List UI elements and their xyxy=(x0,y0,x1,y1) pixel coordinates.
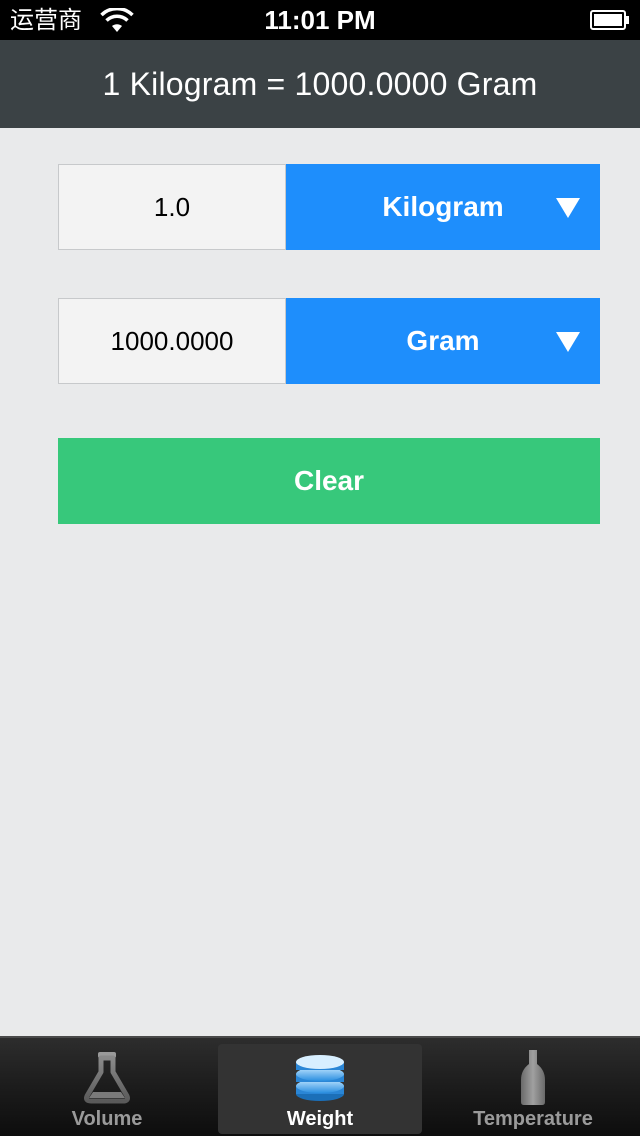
tab-volume-label: Volume xyxy=(71,1108,143,1130)
from-unit-label: Kilogram xyxy=(382,191,504,222)
weight-stack-icon xyxy=(296,1055,344,1101)
to-unit-label: Gram xyxy=(406,325,480,356)
dropdown-arrow-icon xyxy=(556,198,580,218)
to-value-input[interactable]: 1000.0000 xyxy=(58,298,286,384)
flask-icon xyxy=(84,1052,130,1104)
from-unit-select[interactable]: Kilogram xyxy=(286,164,600,250)
from-value-input[interactable]: 1.0 xyxy=(58,164,286,250)
tab-weight-label: Weight xyxy=(286,1108,354,1130)
battery-icon xyxy=(590,10,629,30)
tab-bar: Volume Weight Temperature xyxy=(0,1036,640,1136)
tab-volume[interactable]: Volume xyxy=(0,1044,214,1134)
bottle-icon xyxy=(521,1050,545,1105)
conversion-result-title: 1 Kilogram = 1000.0000 Gram xyxy=(102,65,538,102)
status-time: 11:01 PM xyxy=(264,5,376,35)
dropdown-arrow-icon xyxy=(556,332,580,352)
to-row: 1000.0000 Gram xyxy=(58,298,600,384)
from-row: 1.0 Kilogram xyxy=(58,164,600,250)
tab-temperature[interactable]: Temperature xyxy=(426,1044,640,1134)
tab-weight[interactable]: Weight xyxy=(218,1044,422,1134)
clear-button[interactable]: Clear xyxy=(58,438,600,524)
tab-temperature-label: Temperature xyxy=(473,1108,593,1130)
to-unit-select[interactable]: Gram xyxy=(286,298,600,384)
conversion-header: 1 Kilogram = 1000.0000 Gram xyxy=(0,40,640,128)
status-bar: 运营商 11:01 PM xyxy=(0,0,640,40)
